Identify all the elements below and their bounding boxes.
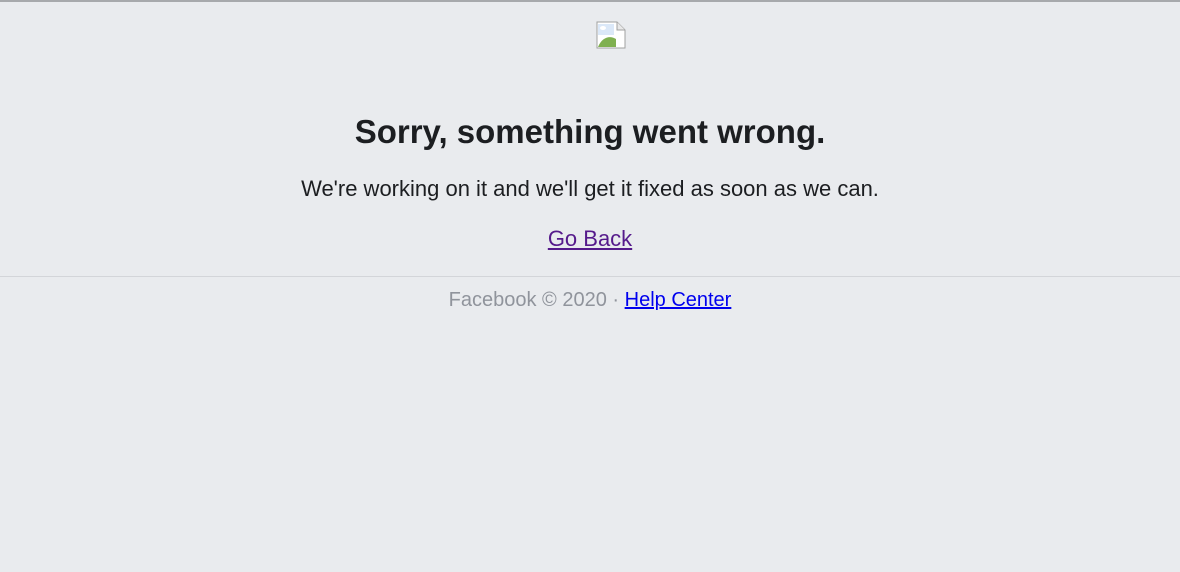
broken-logo-image: [596, 21, 626, 49]
footer: Facebook © 2020 · Help Center: [0, 287, 1180, 313]
go-back-container: Go Back: [0, 225, 1180, 253]
footer-divider: [0, 276, 1180, 277]
help-center-link[interactable]: Help Center: [625, 289, 732, 311]
go-back-link[interactable]: Go Back: [548, 226, 632, 251]
broken-image-icon: [596, 21, 626, 49]
footer-copyright: Facebook © 2020: [448, 289, 607, 311]
error-message: We're working on it and we'll get it fix…: [301, 176, 879, 201]
error-title: Sorry, something went wrong.: [354, 113, 826, 150]
footer-separator: ·: [606, 289, 625, 311]
